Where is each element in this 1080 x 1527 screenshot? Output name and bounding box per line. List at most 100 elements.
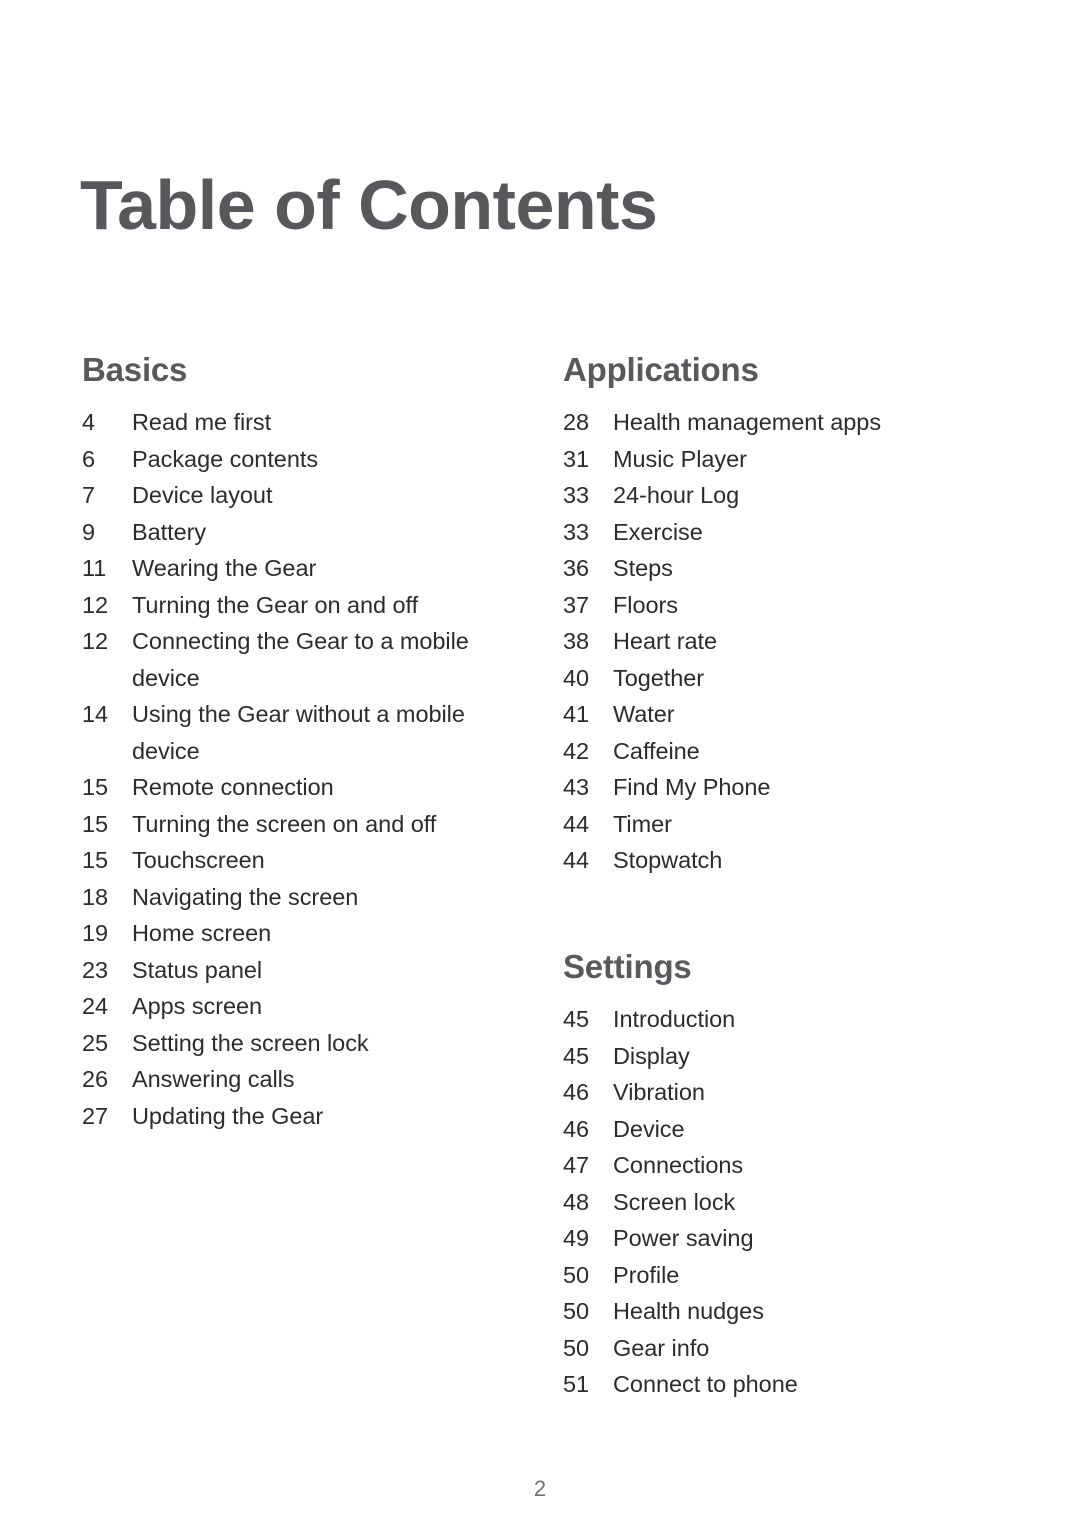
toc-entry-label: Status panel <box>132 956 263 983</box>
toc-entry[interactable]: 33 24-hour Log <box>563 477 983 514</box>
toc-entry-label: Gear info <box>613 1334 710 1361</box>
toc-entry-page-number: 7 <box>82 482 96 509</box>
page-number: 2 <box>533 1476 547 1501</box>
toc-entry[interactable]: 12 Turning the Gear on and off <box>82 587 512 624</box>
toc-entry[interactable]: 14 Using the Gear without a mobile device <box>82 696 512 769</box>
toc-entry[interactable]: 47 Connections <box>563 1147 983 1184</box>
toc-entry-label: Health management apps <box>613 409 882 436</box>
toc-entry-page-number: 44 <box>563 810 590 837</box>
toc-entry-label: Vibration <box>613 1079 705 1106</box>
toc-entry-label: Heart rate <box>613 628 717 655</box>
toc-entry-label: Find My Phone <box>613 774 771 801</box>
toc-entry[interactable]: 15 Turning the screen on and off <box>82 806 512 843</box>
toc-entry-page-number: 46 <box>563 1079 590 1106</box>
toc-entry-page-number: 43 <box>563 774 590 801</box>
toc-entry[interactable]: 15 Touchscreen <box>82 842 512 879</box>
toc-entry-label: Navigating the screen <box>132 883 359 910</box>
toc-entry[interactable]: 45 Display <box>563 1038 983 1075</box>
toc-entry-page-number: 33 <box>563 518 590 545</box>
toc-entry[interactable]: 15 Remote connection <box>82 769 512 806</box>
toc-entry[interactable]: 23 Status panel <box>82 952 512 989</box>
toc-entry-page-number: 18 <box>82 883 109 910</box>
toc-entry-label: Connections <box>613 1152 744 1179</box>
toc-entry-page-number: 51 <box>563 1371 590 1398</box>
toc-entry-label: Power saving <box>613 1225 754 1252</box>
toc-entry[interactable]: 24 Apps screen <box>82 988 512 1025</box>
toc-entry[interactable]: 11 Wearing the Gear <box>82 550 512 587</box>
toc-entry[interactable]: 38 Heart rate <box>563 623 983 660</box>
toc-entry[interactable]: 7 Device layout <box>82 477 512 514</box>
toc-list-basics: 4 Read me first 6 Package contents 7 Device l… <box>82 404 512 1134</box>
toc-entry-label: Read me first <box>132 409 272 436</box>
toc-entry[interactable]: 6 Package contents <box>82 441 512 478</box>
toc-entry-page-number: 12 <box>82 628 109 655</box>
toc-entry-page-number: 15 <box>82 774 109 801</box>
toc-entry-label: Updating the Gear <box>132 1102 324 1129</box>
toc-entry-page-number: 36 <box>563 555 590 582</box>
toc-entry-label: Water <box>613 701 675 728</box>
toc-entry[interactable]: 28 Health management apps <box>563 404 983 441</box>
toc-entry[interactable]: 46 Vibration <box>563 1074 983 1111</box>
toc-entry-label: Profile <box>613 1261 680 1288</box>
toc-entry[interactable]: 44 Stopwatch <box>563 842 983 879</box>
toc-entry-page-number: 19 <box>82 920 109 947</box>
toc-entry[interactable]: 50 Gear info <box>563 1330 983 1367</box>
toc-entry-page-number: 4 <box>82 409 96 436</box>
toc-entry-page-number: 9 <box>82 518 96 545</box>
toc-entry-page-number: 42 <box>563 737 590 764</box>
toc-entry-label: Music Player <box>613 445 747 472</box>
toc-entry[interactable]: 49 Power saving <box>563 1220 983 1257</box>
toc-entry-label: Exercise <box>613 518 703 545</box>
toc-entry[interactable]: 48 Screen lock <box>563 1184 983 1221</box>
toc-entry[interactable]: 26 Answering calls <box>82 1061 512 1098</box>
toc-entry[interactable]: 37 Floors <box>563 587 983 624</box>
toc-page: Table of Contents Basics 4 Read me first 6 P… <box>0 0 1080 1527</box>
toc-entry-label: Package contents <box>132 445 319 472</box>
page-title: Table of Contents <box>80 165 658 244</box>
toc-entry-page-number: 11 <box>82 555 107 582</box>
toc-section-basics: Basics 4 Read me first 6 Package contents 7 De… <box>82 351 512 1134</box>
toc-entry[interactable]: 41 Water <box>563 696 983 733</box>
toc-entry[interactable]: 50 Profile <box>563 1257 983 1294</box>
toc-entry[interactable]: 44 Timer <box>563 806 983 843</box>
toc-entry[interactable]: 46 Device <box>563 1111 983 1148</box>
section-heading-basics: Basics <box>82 351 188 388</box>
section-heading-applications: Applications <box>563 351 759 388</box>
toc-entry[interactable]: 19 Home screen <box>82 915 512 952</box>
toc-entry[interactable]: 9 Battery <box>82 514 512 551</box>
toc-entry[interactable]: 4 Read me first <box>82 404 512 441</box>
toc-entry-label: Remote connection <box>132 774 334 801</box>
toc-entry[interactable]: 42 Caffeine <box>563 733 983 770</box>
toc-entry-label: Introduction <box>613 1006 736 1033</box>
toc-entry[interactable]: 51 Connect to phone <box>563 1366 983 1403</box>
toc-entry-page-number: 12 <box>82 591 109 618</box>
toc-list-settings: 45 Introduction 45 Display 46 Vibration 46 Devi… <box>563 1001 983 1403</box>
section-heading-settings: Settings <box>563 947 692 985</box>
toc-entry[interactable]: 43 Find My Phone <box>563 769 983 806</box>
toc-entry-label: Floors <box>613 591 678 618</box>
toc-entry[interactable]: 45 Introduction <box>563 1001 983 1038</box>
toc-entry[interactable]: 27 Updating the Gear <box>82 1098 512 1135</box>
toc-entry-label: Apps screen <box>132 993 263 1020</box>
toc-entry-label: Device layout <box>132 482 273 509</box>
toc-entry[interactable]: 40 Together <box>563 660 983 697</box>
toc-entry-page-number: 40 <box>563 664 590 691</box>
toc-column-left: Basics 4 Read me first 6 Package contents 7 De… <box>82 351 512 1134</box>
toc-entry-page-number: 48 <box>563 1188 590 1215</box>
toc-entry[interactable]: 25 Setting the screen lock <box>82 1025 512 1062</box>
toc-entry[interactable]: 50 Health nudges <box>563 1293 983 1330</box>
toc-entry-label: Connect to phone <box>613 1371 798 1398</box>
toc-entry[interactable]: 12 Connecting the Gear to a mobile device <box>82 623 512 696</box>
toc-column-right: Applications 28 Health management apps 31 Mu… <box>563 351 983 1403</box>
toc-entry[interactable]: 33 Exercise <box>563 514 983 551</box>
toc-entry[interactable]: 18 Navigating the screen <box>82 879 512 916</box>
toc-section-settings: Settings 45 Introduction 45 Display 46 Vibrati… <box>563 947 983 1403</box>
toc-entry[interactable]: 31 Music Player <box>563 441 983 478</box>
toc-entry[interactable]: 36 Steps <box>563 550 983 587</box>
toc-entry-page-number: 28 <box>563 409 590 436</box>
toc-entry-page-number: 50 <box>563 1334 590 1361</box>
toc-entry-label: Stopwatch <box>613 847 723 874</box>
toc-entry-page-number: 45 <box>563 1042 590 1069</box>
toc-entry-page-number: 14 <box>82 701 109 728</box>
toc-entry-page-number: 33 <box>563 482 590 509</box>
